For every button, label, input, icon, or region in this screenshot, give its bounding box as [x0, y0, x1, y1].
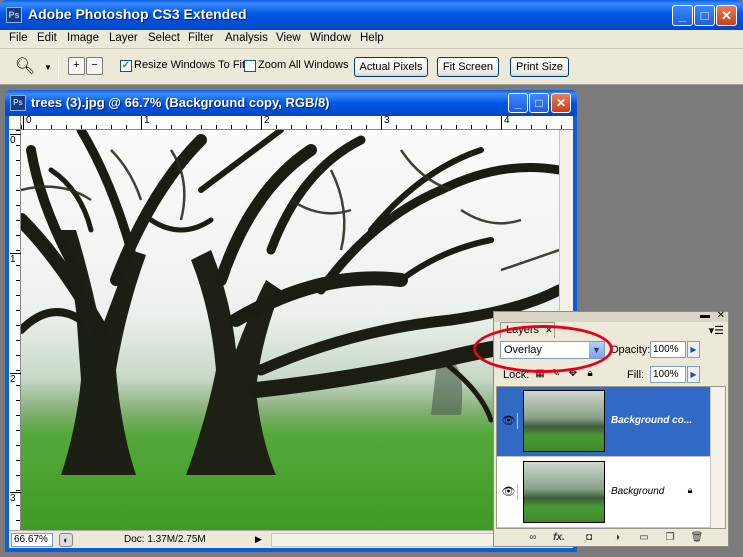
doc-close-button[interactable]: ✕ — [551, 93, 571, 113]
document-size-info: Doc: 1.37M/2.75M — [124, 534, 206, 545]
zoom-level-field[interactable]: 66.67% — [11, 533, 53, 547]
fill-input[interactable]: 100% — [650, 366, 686, 383]
opacity-input[interactable]: 100% — [650, 341, 686, 358]
ruler-v-tick: 2 — [10, 373, 21, 385]
resize-windows-checkbox[interactable]: ✓ — [120, 60, 132, 72]
document-body: 0 1 2 3 4 0 1 2 3 66.67% ◐ Doc: 1.37M/2.… — [9, 116, 573, 548]
annotation-circle — [473, 325, 613, 373]
visibility-eye-icon[interactable]: 👁︎ — [500, 484, 518, 500]
options-bar: 🔍︎ ▼ + − ✓ Resize Windows To Fit Zoom Al… — [0, 49, 743, 85]
panel-menu-icon[interactable]: ▾☰ — [709, 324, 724, 337]
trash-icon[interactable]: 🗑︎ — [690, 531, 704, 545]
zoom-in-button[interactable]: + — [68, 57, 85, 75]
ruler-v-tick: 3 — [10, 492, 21, 504]
menu-select[interactable]: Select — [148, 32, 180, 44]
fit-screen-button[interactable]: Fit Screen — [437, 57, 499, 77]
document-title: trees (3).jpg @ 66.7% (Background copy, … — [31, 95, 330, 110]
close-button[interactable]: ✕ — [716, 5, 737, 26]
photoshop-window: Ps Adobe Photoshop CS3 Extended _ □ ✕ Fi… — [0, 0, 743, 557]
layers-list: 👁︎ Background co... 👁︎ Background 🔒︎ — [496, 386, 726, 529]
document-ps-icon: Ps — [10, 95, 26, 111]
menu-edit[interactable]: Edit — [37, 32, 57, 44]
layers-footer: ∞ fx. ◘ ◑ ▭ ❐ 🗑︎ — [494, 530, 728, 547]
ruler-h-tick: 1 — [141, 116, 150, 130]
visibility-eye-icon[interactable]: 👁︎ — [500, 413, 518, 429]
menu-window[interactable]: Window — [310, 32, 351, 44]
fx-icon[interactable]: fx. — [552, 531, 566, 545]
photoshop-app-icon: Ps — [6, 7, 22, 23]
layer-thumbnail — [523, 461, 605, 523]
layer-thumbnail — [523, 390, 605, 452]
mask-icon[interactable]: ◘ — [582, 531, 596, 545]
tool-preset-chevron-down-icon[interactable]: ▼ — [44, 63, 52, 72]
actual-pixels-button[interactable]: Actual Pixels — [354, 57, 428, 77]
ruler-origin[interactable] — [9, 116, 21, 130]
ruler-h-tick: 3 — [381, 116, 390, 130]
app-title: Adobe Photoshop CS3 Extended — [28, 6, 247, 22]
opacity-slider-icon[interactable]: ▶ — [687, 341, 700, 358]
minimize-button[interactable]: _ — [672, 5, 693, 26]
link-icon[interactable]: ∞ — [526, 531, 540, 545]
document-titlebar[interactable]: Ps trees (3).jpg @ 66.7% (Background cop… — [5, 90, 577, 116]
ruler-h-tick: 0 — [23, 116, 32, 130]
resize-windows-label: Resize Windows To Fit — [134, 59, 246, 71]
layer-lock-icon: 🔒︎ — [687, 485, 693, 495]
options-separator — [58, 55, 59, 79]
menu-file[interactable]: File — [9, 32, 28, 44]
ruler-v-tick: 0 — [10, 134, 21, 146]
layer-row-background-copy[interactable]: 👁︎ Background co... — [497, 387, 711, 457]
menu-image[interactable]: Image — [67, 32, 99, 44]
zoom-all-windows-label: Zoom All Windows — [258, 59, 349, 71]
app-titlebar[interactable]: Ps Adobe Photoshop CS3 Extended _ □ ✕ — [0, 0, 743, 30]
trees-photo — [21, 130, 559, 475]
zoom-out-button[interactable]: − — [86, 57, 103, 75]
doc-minimize-button[interactable]: _ — [508, 93, 528, 113]
document-window: Ps trees (3).jpg @ 66.7% (Background cop… — [5, 90, 577, 552]
group-icon[interactable]: ▭ — [637, 531, 651, 545]
new-layer-icon[interactable]: ❐ — [663, 531, 677, 545]
layers-panel-header[interactable]: ▬ ✕ — [494, 310, 728, 322]
status-options-icon[interactable]: ◐ — [59, 533, 73, 547]
horizontal-ruler[interactable]: 0 1 2 3 4 — [21, 116, 573, 130]
document-status-bar: 66.67% ◐ Doc: 1.37M/2.75M ▶ — [9, 530, 573, 548]
print-size-button[interactable]: Print Size — [510, 57, 569, 77]
zoom-tool-icon[interactable]: 🔍︎ — [14, 56, 36, 78]
ruler-h-tick: 2 — [261, 116, 270, 130]
opacity-label: Opacity: — [610, 344, 651, 356]
fill-slider-icon[interactable]: ▶ — [687, 366, 700, 383]
layer-row-background[interactable]: 👁︎ Background 🔒︎ — [497, 458, 711, 528]
fill-label: Fill: — [627, 369, 645, 381]
layers-scrollbar[interactable] — [710, 387, 725, 528]
vertical-ruler[interactable]: 0 1 2 3 — [9, 130, 21, 530]
ruler-v-tick: 1 — [10, 253, 21, 265]
ruler-h-tick: 4 — [501, 116, 510, 130]
lock-all-icon[interactable]: 🔒︎ — [584, 368, 596, 380]
doc-maximize-button[interactable]: □ — [529, 93, 549, 113]
layer-name: Background co... — [611, 415, 693, 426]
menu-layer[interactable]: Layer — [109, 32, 138, 44]
panel-close-icon[interactable]: ✕ — [717, 310, 725, 321]
panel-minimize-icon[interactable]: ▬ — [700, 310, 710, 321]
zoom-all-windows-checkbox[interactable] — [244, 60, 256, 72]
menu-view[interactable]: View — [276, 32, 301, 44]
maximize-button[interactable]: □ — [694, 5, 715, 26]
menu-filter[interactable]: Filter — [188, 32, 214, 44]
status-menu-arrow-icon[interactable]: ▶ — [255, 534, 262, 545]
menu-analysis[interactable]: Analysis — [225, 32, 268, 44]
menu-help[interactable]: Help — [360, 32, 384, 44]
menu-bar: File Edit Image Layer Select Filter Anal… — [0, 30, 743, 49]
image-canvas[interactable] — [21, 130, 559, 530]
layer-name: Background — [611, 486, 665, 497]
adjustment-icon[interactable]: ◑ — [610, 531, 624, 545]
